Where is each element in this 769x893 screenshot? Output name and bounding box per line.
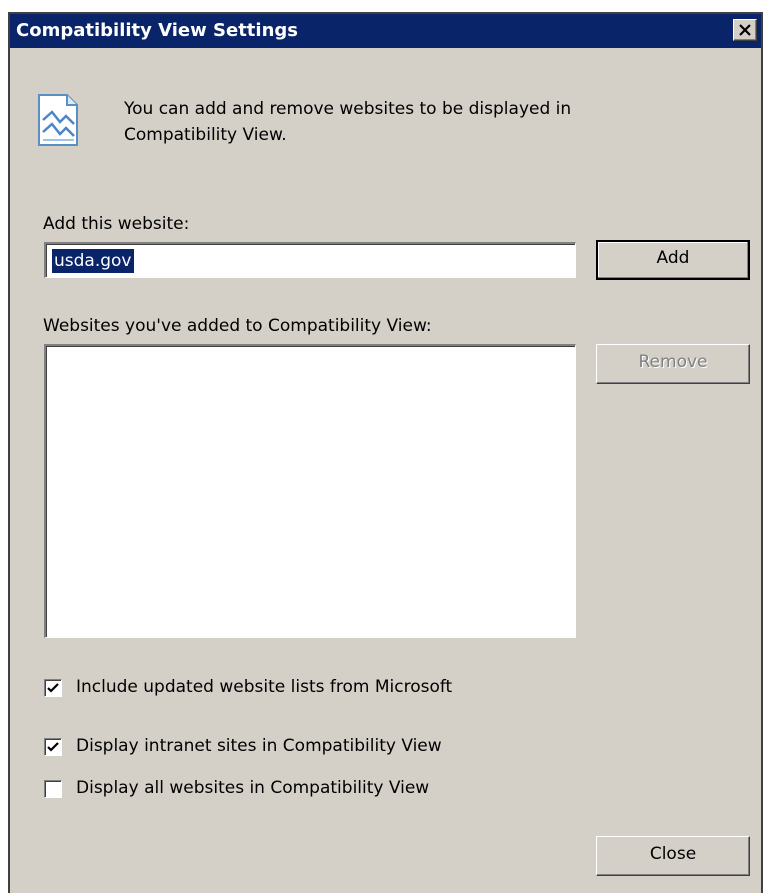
- option-label-include-updated-lists: Include updated website lists from Micro…: [76, 677, 453, 697]
- websites-list-label: Websites you've added to Compatibility V…: [43, 316, 432, 336]
- checkbox-include-updated-lists[interactable]: [44, 679, 62, 697]
- title-bar[interactable]: Compatibility View Settings: [10, 14, 761, 48]
- checkmark-icon: [47, 742, 59, 752]
- add-website-label: Add this website:: [43, 214, 190, 234]
- compatibility-view-dialog: Compatibility View Settings You can add …: [8, 12, 763, 893]
- option-label-display-intranet-sites: Display intranet sites in Compatibility …: [76, 736, 442, 756]
- add-website-value: usda.gov: [52, 249, 134, 273]
- remove-button[interactable]: Remove: [596, 344, 750, 384]
- info-text: You can add and remove websites to be di…: [124, 99, 572, 145]
- checkbox-display-all-websites[interactable]: [44, 780, 62, 798]
- dialog-title: Compatibility View Settings: [16, 20, 298, 41]
- add-button[interactable]: Add: [596, 240, 750, 280]
- websites-listbox[interactable]: [44, 344, 576, 638]
- checkmark-icon: [47, 683, 59, 693]
- close-button[interactable]: Close: [596, 836, 750, 876]
- close-icon[interactable]: [733, 19, 757, 41]
- option-label-display-all-websites: Display all websites in Compatibility Vi…: [76, 778, 430, 798]
- compatibility-view-icon: [36, 92, 80, 148]
- add-website-input[interactable]: usda.gov: [44, 242, 576, 278]
- checkbox-display-intranet-sites[interactable]: [44, 738, 62, 756]
